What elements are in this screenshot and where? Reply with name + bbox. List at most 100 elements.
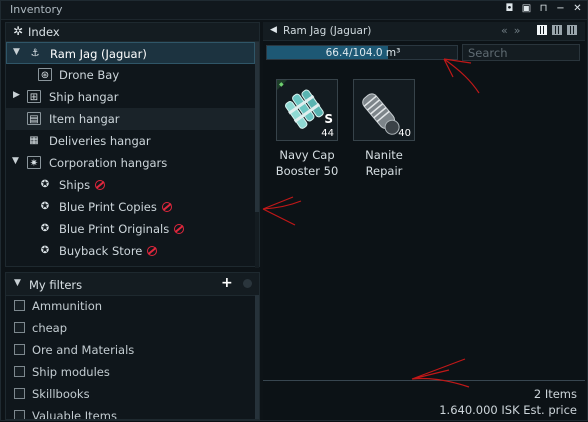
close-icon[interactable]: ✕ bbox=[572, 3, 583, 14]
filter-label: Ship modules bbox=[32, 365, 110, 379]
minimize-icon[interactable]: − bbox=[555, 3, 566, 14]
tree-item-label: Corporation hangars bbox=[49, 156, 168, 170]
filter-item-cheap[interactable]: cheap bbox=[6, 317, 256, 339]
tree-item-label: Blue Print Copies bbox=[59, 200, 172, 214]
ship-icon: ⚓ bbox=[30, 48, 40, 59]
estimated-price: 1.640.000 ISK Est. price bbox=[439, 403, 577, 417]
corp-division-icon: ✪ bbox=[40, 179, 50, 190]
item-thumbnail[interactable]: 40 bbox=[353, 79, 415, 141]
restricted-icon bbox=[161, 202, 172, 212]
item-quantity: 44 bbox=[321, 128, 334, 139]
tree-item-ship-hangar[interactable]: ▶ ⊞ Ship hangar bbox=[6, 86, 255, 108]
filter-item-ore-and-materials[interactable]: Ore and Materials bbox=[6, 339, 256, 361]
restricted-icon bbox=[174, 224, 185, 234]
filter-checkbox[interactable] bbox=[14, 344, 25, 355]
search-input[interactable] bbox=[462, 44, 580, 61]
restricted-icon bbox=[95, 180, 106, 190]
index-panel: ✲ Index ▼ ⚓ Ram Jag (Jaguar) ⊛ Drone Bay… bbox=[5, 22, 260, 268]
tree-item-blue-print-originals[interactable]: ✪ Blue Print Originals bbox=[6, 218, 255, 240]
filter-checkbox[interactable] bbox=[14, 300, 25, 311]
filter-item-skillbooks[interactable]: Skillbooks bbox=[6, 383, 256, 405]
scrollbar-thumb[interactable] bbox=[255, 295, 259, 419]
item-quantity: 40 bbox=[398, 128, 411, 139]
compact-mode-icon[interactable]: ◘ bbox=[504, 3, 515, 14]
index-header[interactable]: ✲ Index bbox=[6, 23, 259, 42]
item-thumbnail[interactable]: ◆ S 44 bbox=[276, 79, 338, 141]
list-view-icon[interactable] bbox=[567, 25, 577, 35]
chevron-down-icon[interactable]: ▼ bbox=[14, 278, 21, 288]
container-title: Ram Jag (Jaguar) bbox=[283, 25, 372, 37]
index-label: Index bbox=[28, 25, 60, 39]
container-panel: ◀ Ram Jag (Jaguar) «» 66.4/104.0 m³ ◆ bbox=[263, 22, 585, 420]
tree-item-label: Buyback Store bbox=[59, 244, 158, 258]
window-controls: ◘ ▣ ⊓ − ✕ bbox=[504, 3, 583, 14]
filter-checkbox[interactable] bbox=[14, 322, 25, 333]
capacity-text: 66.4/104.0 m³ bbox=[325, 47, 401, 59]
filters-label: My filters bbox=[29, 278, 83, 292]
deliveries-icon: ▦ bbox=[29, 135, 39, 146]
filter-item-valuable-items[interactable]: Valuable Items bbox=[6, 405, 256, 420]
tree-item-label: Blue Print Originals bbox=[59, 222, 185, 236]
tree-item-item-hangar[interactable]: ▤ Item hangar bbox=[6, 108, 255, 130]
ship-hangar-icon: ⊞ bbox=[27, 90, 41, 103]
inventory-item-nanite-repair[interactable]: 40 Nanite Repair bbox=[352, 79, 416, 179]
view-mode-toggle bbox=[537, 25, 577, 35]
tree-item-label: Drone Bay bbox=[59, 68, 120, 82]
history-back-icon[interactable]: « bbox=[501, 24, 514, 37]
filters-scrollbar[interactable] bbox=[255, 295, 259, 419]
drone-bay-icon: ⊛ bbox=[38, 68, 52, 81]
tree-item-blue-print-copies[interactable]: ✪ Blue Print Copies bbox=[6, 196, 255, 218]
tree-item-label: Deliveries hangar bbox=[49, 134, 151, 148]
tree-item-label: Ships bbox=[59, 178, 106, 192]
stack-window-icon[interactable]: ▣ bbox=[521, 3, 532, 14]
tree-item-label: Item hangar bbox=[49, 112, 120, 126]
container-header: ◀ Ram Jag (Jaguar) «» bbox=[263, 22, 585, 41]
add-filter-icon[interactable]: + bbox=[221, 275, 233, 291]
item-count: 2 Items bbox=[533, 387, 577, 401]
filter-label: Valuable Items bbox=[32, 409, 117, 420]
filter-options-icon[interactable] bbox=[243, 279, 252, 288]
filter-label: Skillbooks bbox=[32, 387, 90, 401]
filters-header[interactable]: ▼ My filters + bbox=[6, 273, 259, 296]
filter-checkbox[interactable] bbox=[14, 410, 25, 419]
tree-scrollbar[interactable] bbox=[255, 42, 259, 268]
inventory-item-navy-cap-booster[interactable]: ◆ S 44 Navy Cap Booster 50 bbox=[275, 79, 339, 179]
tree-item-ships[interactable]: ✪ Ships bbox=[6, 174, 255, 196]
scrollbar-thumb[interactable] bbox=[255, 42, 259, 212]
chevron-right-icon[interactable]: ▶ bbox=[13, 90, 20, 100]
corp-division-icon: ✪ bbox=[40, 201, 50, 212]
chevron-down-icon[interactable]: ▼ bbox=[12, 156, 19, 166]
tree-item-label: Ram Jag (Jaguar) bbox=[50, 47, 147, 61]
corp-hangar-icon: ✷ bbox=[27, 156, 41, 169]
gear-icon[interactable]: ✲ bbox=[13, 24, 23, 38]
item-name: Navy Cap Booster 50 bbox=[275, 148, 339, 178]
location-tree: ▼ ⚓ Ram Jag (Jaguar) ⊛ Drone Bay ▶ ⊞ Shi… bbox=[6, 42, 255, 262]
details-view-icon[interactable] bbox=[552, 25, 562, 35]
title-bar[interactable]: Inventory ◘ ▣ ⊓ − ✕ bbox=[1, 1, 587, 20]
icon-view-icon[interactable] bbox=[537, 25, 547, 35]
history-forward-icon[interactable]: » bbox=[514, 24, 527, 37]
tree-item-buyback-store[interactable]: ✪ Buyback Store bbox=[6, 240, 255, 262]
back-arrow-icon[interactable]: ◀ bbox=[270, 25, 277, 35]
footer-divider bbox=[263, 380, 585, 381]
window-title: Inventory bbox=[10, 3, 63, 16]
history-nav: «» bbox=[501, 24, 526, 37]
tree-item-ship[interactable]: ▼ ⚓ Ram Jag (Jaguar) bbox=[6, 42, 255, 64]
filter-checkbox[interactable] bbox=[14, 388, 25, 399]
tree-item-label: Ship hangar bbox=[49, 90, 119, 104]
filter-item-ammunition[interactable]: Ammunition bbox=[6, 295, 256, 317]
capacity-bar: 66.4/104.0 m³ bbox=[266, 45, 458, 60]
filter-item-ship-modules[interactable]: Ship modules bbox=[6, 361, 256, 383]
chevron-down-icon[interactable]: ▼ bbox=[13, 47, 20, 57]
filter-label: cheap bbox=[32, 321, 68, 335]
filter-checkbox[interactable] bbox=[14, 366, 25, 377]
lock-icon[interactable]: ⊓ bbox=[538, 3, 549, 14]
tree-item-deliveries[interactable]: ▦ Deliveries hangar bbox=[6, 130, 255, 152]
tree-item-drone-bay[interactable]: ⊛ Drone Bay bbox=[6, 64, 255, 86]
item-size-label: S bbox=[324, 112, 333, 126]
tree-item-corporation-hangars[interactable]: ▼ ✷ Corporation hangars bbox=[6, 152, 255, 174]
inventory-window: Inventory ◘ ▣ ⊓ − ✕ ✲ Index ▼ ⚓ Ram Jag … bbox=[0, 0, 588, 421]
filter-label: Ammunition bbox=[32, 299, 103, 313]
corp-division-icon: ✪ bbox=[40, 223, 50, 234]
item-name: Nanite Repair bbox=[365, 148, 403, 178]
